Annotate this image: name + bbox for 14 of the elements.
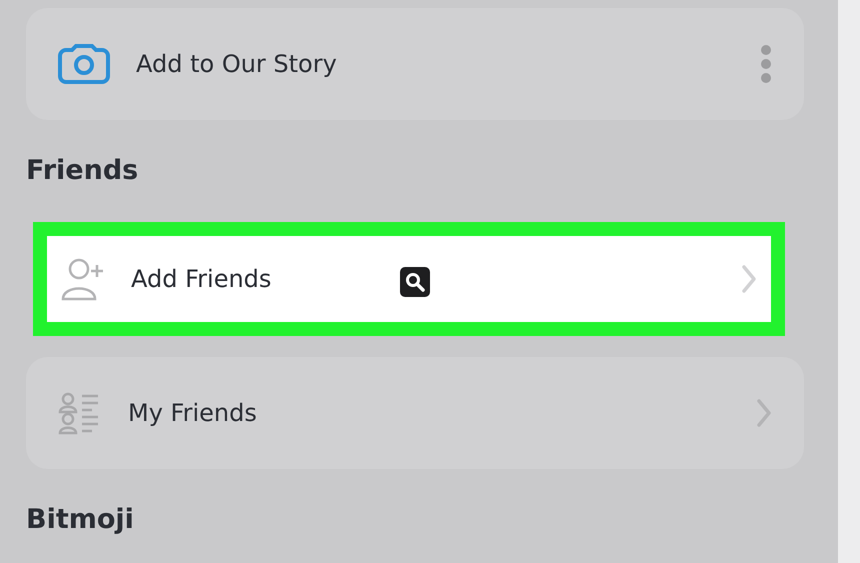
item-label: My Friends xyxy=(128,399,257,427)
chevron-icon xyxy=(756,398,772,428)
add-friend-icon xyxy=(61,257,105,301)
menu-item[interactable]: My Friends xyxy=(26,357,804,469)
chevron-icon xyxy=(741,264,757,294)
item-label: Add to Our Story xyxy=(136,50,337,78)
highlighted-menu-item[interactable]: Add Friends xyxy=(33,222,785,336)
item-label: Add Friends xyxy=(131,265,272,293)
menu-item[interactable]: Add to Our Story xyxy=(26,8,804,120)
magnifier-icon xyxy=(400,267,430,297)
camera-icon xyxy=(58,44,110,84)
section-heading: Friends xyxy=(26,154,140,188)
section-heading: Bitmoji xyxy=(26,503,135,537)
more-icon[interactable] xyxy=(760,44,772,84)
